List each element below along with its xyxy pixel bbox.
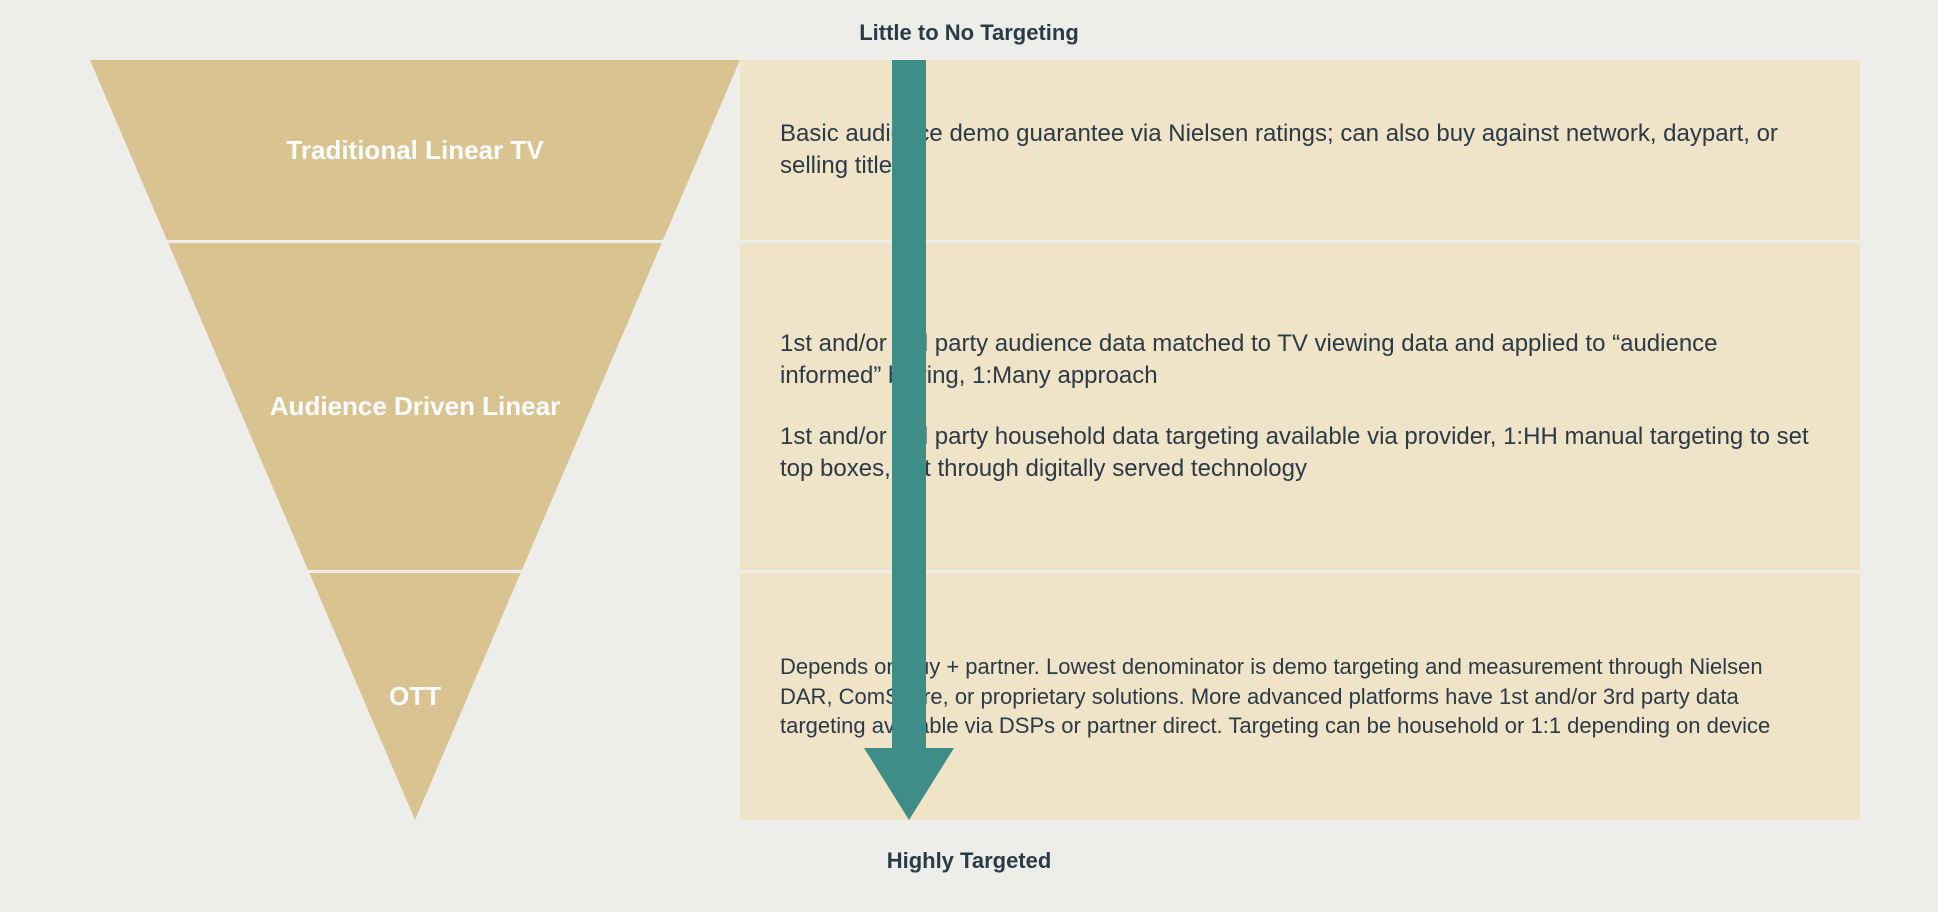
row-title: Traditional Linear TV bbox=[90, 135, 740, 166]
row-description-2: 1st and/or 3rd party audience data match… bbox=[740, 243, 1860, 570]
row-description-3: Depends on buy + partner. Lowest denomin… bbox=[740, 573, 1860, 820]
scale-label-top: Little to No Targeting bbox=[859, 20, 1079, 46]
row-audience-driven-linear: Audience Driven Linear 1st and/or 3rd pa… bbox=[90, 240, 1860, 570]
diagram-rows: Traditional Linear TV Basic audience dem… bbox=[90, 60, 1860, 820]
row-title: OTT bbox=[90, 681, 740, 712]
scale-label-bottom: Highly Targeted bbox=[887, 848, 1052, 874]
row-ott: OTT Depends on buy + partner. Lowest den… bbox=[90, 570, 1860, 820]
row-title: Audience Driven Linear bbox=[90, 391, 740, 422]
row-description-1: Basic audience demo guarantee via Nielse… bbox=[740, 60, 1860, 240]
row-paragraph: Basic audience demo guarantee via Nielse… bbox=[780, 118, 1820, 183]
row-paragraph: 1st and/or 3rd party household data targ… bbox=[780, 421, 1820, 486]
funnel-segment-1: Traditional Linear TV bbox=[90, 60, 740, 240]
funnel-segment-2: Audience Driven Linear bbox=[90, 243, 740, 570]
row-traditional-linear-tv: Traditional Linear TV Basic audience dem… bbox=[90, 60, 1860, 240]
funnel-segment-3: OTT bbox=[90, 573, 740, 820]
row-paragraph: Depends on buy + partner. Lowest denomin… bbox=[780, 652, 1820, 741]
row-paragraph: 1st and/or 3rd party audience data match… bbox=[780, 328, 1820, 393]
